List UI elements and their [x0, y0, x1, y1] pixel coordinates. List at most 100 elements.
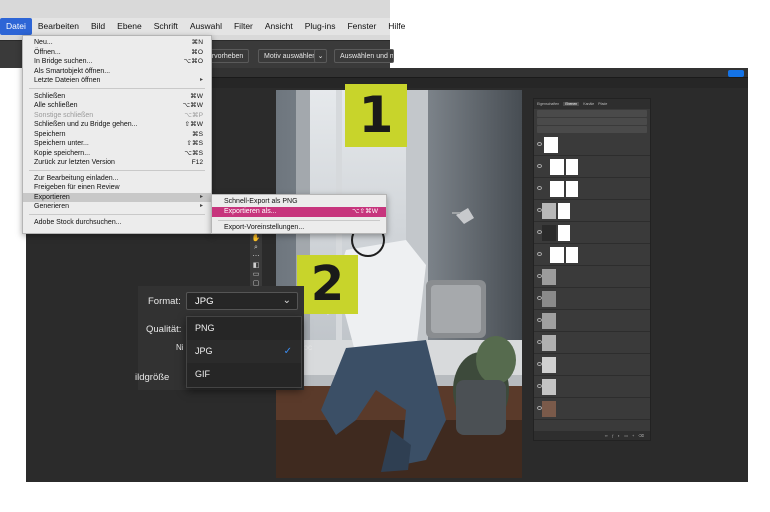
layer-row[interactable]: [534, 354, 650, 376]
blend-mode-row[interactable]: [537, 118, 647, 125]
layer-thumbnail: [542, 313, 556, 329]
tab-eigenschaften[interactable]: Eigenschaften: [537, 102, 559, 106]
layer-thumbnail: [542, 335, 556, 351]
menu-item-shortcut: F12: [191, 159, 203, 166]
file-menu-item-als-smartobjekt-öffnen[interactable]: Als Smartobjekt öffnen...: [23, 67, 211, 77]
file-menu-item-letzte-dateien-öffnen[interactable]: Letzte Dateien öffnen ▸: [23, 76, 211, 86]
tab-pfade[interactable]: Pfade: [598, 102, 607, 106]
menu-item-shortcut: ⌥⌘O: [183, 58, 203, 65]
new-layer-icon[interactable]: +: [632, 433, 634, 438]
tab-ebenen[interactable]: Ebenen: [563, 102, 580, 106]
layer-filter-row[interactable]: [537, 110, 647, 117]
file-menu-item-zur-bearbeitung-einladen[interactable]: Zur Bearbeitung einladen...: [23, 174, 211, 184]
menu-plug-ins[interactable]: Plug-ins: [299, 18, 342, 35]
file-menu-item-neu[interactable]: Neu... ⌘N: [23, 38, 211, 48]
menu-hilfe[interactable]: Hilfe: [382, 18, 411, 35]
fx-icon[interactable]: ƒ: [612, 433, 614, 438]
menu-item-label: Export-Voreinstellungen...: [224, 224, 305, 231]
file-menu-item-generieren[interactable]: Generieren ▸: [23, 202, 211, 212]
menu-ansicht[interactable]: Ansicht: [259, 18, 299, 35]
visibility-eye-icon[interactable]: [537, 252, 542, 256]
export-submenu: Schnell-Export als PNG Exportieren als...…: [211, 194, 387, 234]
layer-row[interactable]: [534, 398, 650, 420]
menu-item-shortcut: ⌥⌘P: [184, 111, 203, 119]
menu-item-label: Zur Bearbeitung einladen...: [34, 174, 119, 182]
menu-auswahl[interactable]: Auswahl: [184, 18, 228, 35]
file-menu-item-exportieren[interactable]: Exportieren ▸: [23, 192, 211, 202]
export-menu-item-schnell-export-als-png[interactable]: Schnell-Export als PNG: [212, 197, 386, 207]
chevron-down-icon[interactable]: ⌄: [314, 49, 327, 63]
submenu-arrow-icon: ▸: [199, 193, 203, 200]
menu-item-label: Alle schließen: [34, 102, 78, 109]
menu-ebene[interactable]: Ebene: [111, 18, 148, 35]
mask-icon[interactable]: ◐: [618, 433, 620, 438]
layer-row[interactable]: [534, 222, 650, 244]
menu-datei[interactable]: Datei: [0, 18, 32, 35]
layer-row[interactable]: [534, 244, 650, 266]
layer-row[interactable]: [534, 288, 650, 310]
quickmask-icon[interactable]: ▭: [250, 270, 262, 279]
format-select[interactable]: JPG ⌄: [186, 292, 298, 310]
auswaehlen-und-maskieren-button[interactable]: Auswählen und mas: [334, 49, 394, 63]
menu-item-label: Speichern unter...: [34, 140, 89, 147]
export-menu-item-export-voreinstellungen[interactable]: Export-Voreinstellungen...: [212, 223, 386, 233]
format-option-gif[interactable]: GIF: [187, 363, 301, 386]
layer-row[interactable]: [534, 332, 650, 354]
menu-item-label: Schließen und zu Bridge gehen...: [34, 121, 138, 128]
file-menu-item-freigeben-für-einen-review[interactable]: Freigeben für einen Review: [23, 183, 211, 193]
layer-row[interactable]: [534, 156, 650, 178]
menu-separator: [218, 219, 380, 221]
menu-item-shortcut: ⇧⌘W: [184, 121, 203, 128]
format-option-jpg[interactable]: JPG ✓: [187, 340, 301, 363]
layer-row[interactable]: [534, 134, 650, 156]
menu-bild[interactable]: Bild: [85, 18, 111, 35]
file-menu-item-schließen-und-zu-bridge-gehen[interactable]: Schließen und zu Bridge gehen... ⇧⌘W: [23, 120, 211, 130]
file-menu-item-speichern[interactable]: Speichern ⌘S: [23, 130, 211, 140]
chevron-down-icon: ⌄: [282, 295, 291, 306]
file-menu-item-kopie-speichern[interactable]: Kopie speichern... ⌥⌘S: [23, 149, 211, 159]
menu-separator: [29, 214, 205, 215]
format-option-png[interactable]: PNG: [187, 317, 301, 340]
zoom-tool-icon[interactable]: ⌕: [250, 243, 262, 252]
lock-row[interactable]: [537, 126, 647, 133]
file-menu-item-sonstige-schließen: Sonstige schließen ⌥⌘P: [23, 111, 211, 121]
layer-row[interactable]: [534, 178, 650, 200]
menu-item-label: Freigeben für einen Review: [34, 184, 120, 191]
motiv-auswaehlen-button[interactable]: Motiv auswählen: [258, 49, 323, 63]
trash-icon[interactable]: ⌫: [638, 433, 644, 438]
file-menu-item-zurück-zur-letzten-version[interactable]: Zurück zur letzten Version F12: [23, 158, 211, 168]
file-menu-item-öffnen[interactable]: Öffnen... ⌘O: [23, 48, 211, 58]
layer-row[interactable]: [534, 266, 650, 288]
layer-row[interactable]: [534, 376, 650, 398]
format-option-label: GIF: [195, 369, 210, 379]
hand-tool-icon[interactable]: ✋: [250, 234, 262, 243]
more-tools-icon[interactable]: ⋯: [250, 252, 262, 261]
menubar-row: Datei Bearbeiten Bild Ebene Schrift Auswahl Fi…: [0, 18, 405, 35]
menu-bearbeiten[interactable]: Bearbeiten: [32, 18, 85, 35]
visibility-eye-icon[interactable]: [537, 186, 542, 190]
file-menu-item-adobe-stock-durchsuchen[interactable]: Adobe Stock durchsuchen...: [23, 218, 211, 228]
file-menu-item-speichern-unter[interactable]: Speichern unter... ⇧⌘S: [23, 139, 211, 149]
file-menu-item-schließen[interactable]: Schließen ⌘W: [23, 92, 211, 102]
tab-kanaele[interactable]: Kanäle: [583, 102, 594, 106]
share-button[interactable]: [728, 70, 744, 77]
menu-filter[interactable]: Filter: [228, 18, 259, 35]
menu-item-shortcut: ⌘S: [192, 130, 203, 138]
color-swatch-icon[interactable]: ◧: [250, 261, 262, 270]
menu-item-label: Öffnen...: [34, 48, 61, 56]
layer-row[interactable]: [534, 200, 650, 222]
file-menu-item-in-bridge-suchen[interactable]: In Bridge suchen... ⌥⌘O: [23, 57, 211, 67]
link-icon[interactable]: ∞: [605, 433, 608, 438]
format-options-list: PNG JPG ✓ GIF: [186, 316, 302, 388]
menu-item-label: Sonstige schließen: [34, 111, 94, 119]
layer-thumbnail: [550, 247, 564, 263]
layer-row[interactable]: [534, 310, 650, 332]
export-menu-item-exportieren-als[interactable]: Exportieren als... ⌥⇧⌘W: [212, 207, 386, 217]
visibility-eye-icon[interactable]: [537, 142, 542, 146]
menu-schrift[interactable]: Schrift: [148, 18, 184, 35]
file-menu-item-alle-schließen[interactable]: Alle schließen ⌥⌘W: [23, 101, 211, 111]
visibility-eye-icon[interactable]: [537, 164, 542, 168]
menu-item-shortcut: ⌘W: [190, 92, 203, 100]
menu-fenster[interactable]: Fenster: [341, 18, 382, 35]
new-folder-icon[interactable]: ▭: [624, 433, 628, 438]
